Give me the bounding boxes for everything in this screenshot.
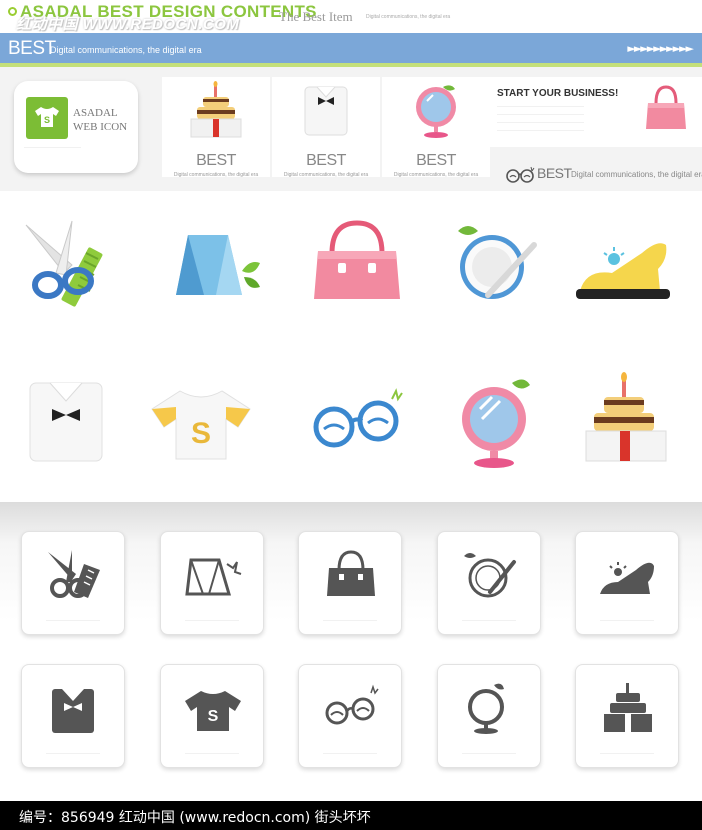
fine-print: —————————————————— [46,618,100,622]
cake-icon [190,81,242,138]
plate-icon [458,226,537,299]
mono-tile[interactable]: —————————————————— [160,531,264,635]
high-heel-icon [576,243,670,299]
watermark: 红动中国 WWW.REDOCN.COM [16,16,240,33]
handbag-icon [646,85,686,129]
fine-print: —————————————————— [600,618,654,622]
fine-print: ————————————————————————————— [497,112,584,116]
plate-icon [464,553,516,598]
best-card-shirt: BEST Digital communications, the digital… [272,77,380,178]
best-tagline: Digital communications, the digital era [173,172,259,178]
fine-print: —————————————————— [600,751,654,755]
business-card: START YOUR BUSINESS! ———————————————————… [490,77,702,147]
mono-tile[interactable]: S —————————————————— [160,664,264,768]
best-line: BEST Digital communications, the digital… [505,163,702,187]
cake-icon [585,372,667,462]
mirror-icon [416,85,456,138]
footer-text: 编号：856949 红动中国 (www.redocn.com) 街头坏坏 [19,810,371,826]
fine-print: —————————————————— [185,751,239,755]
scissors-comb-icon [48,550,100,598]
mirror-icon [462,379,530,468]
page-header: ASADAL BEST DESIGN CONTENTS 红动中国 WWW.RED… [0,0,702,33]
asadal-label-line1: ASADAL [73,107,118,119]
cake-icon [604,683,652,732]
fine-print: —————————————————— [462,618,516,622]
best-line-tagline: Digital communications, the digital era [571,170,702,179]
best-word: BEST [306,152,346,169]
mirror-icon [468,683,504,734]
mono-tile[interactable]: —————————————————— [21,664,125,768]
best-line-word: BEST [537,165,572,181]
scissors-comb-icon [25,220,103,307]
asadal-card: S ASADAL WEB ICON ——————————————————— [14,81,138,173]
mono-tile[interactable]: —————————————————— [298,664,402,768]
tshirt-icon: S [26,97,68,139]
fine-print: ——————————————————— [24,145,81,149]
fine-print: ————————————————————————————— [497,128,584,132]
tshirt-letter: S [191,417,211,450]
tshirt-letter: S [208,708,219,725]
tshirt-icon: S [185,691,241,731]
best-item-label: The Best Item [279,9,353,24]
best-card-mirror: BEST Digital communications, the digital… [382,77,490,178]
diamond-icon [176,235,260,295]
best-word: BEST [416,152,456,169]
shirt-bowtie-icon [52,689,94,733]
glasses-icon [313,388,403,448]
mono-tile[interactable]: —————————————————— [21,531,125,635]
fine-print: ————————————————————————————— [497,104,584,108]
colored-icon-grid: S [0,191,702,501]
fine-print: —————————————————— [462,751,516,755]
header-tagline: Digital communications, the digital era [366,14,451,20]
fine-print: ————————————————————————————— [497,120,584,124]
business-title: START YOUR BUSINESS! [497,88,619,99]
glasses-icon [506,166,535,183]
asadal-label-line2: WEB ICON [73,121,128,133]
best-tagline: Digital communications, the digital era [283,172,369,178]
mono-tile[interactable]: —————————————————— [437,531,541,635]
banner-tagline: Digital communications, the digital era [50,45,202,55]
fine-print: —————————————————— [323,751,377,755]
glasses-icon [325,684,379,725]
tshirt-letter: S [44,115,50,125]
shirt-bowtie-icon [304,86,348,136]
best-word: BEST [196,152,236,169]
shirt-bowtie-icon [29,382,103,462]
asadal-label: ASADAL WEB ICON [73,106,127,134]
mono-tile[interactable]: —————————————————— [575,664,679,768]
fine-print: —————————————————— [185,618,239,622]
fine-print: —————————————————— [46,751,100,755]
footer-bar: 编号：856949 红动中国 (www.redocn.com) 街头坏坏 [0,801,702,830]
banner-best: BEST [8,38,56,59]
mono-tile[interactable]: —————————————————— [575,531,679,635]
best-card-cake: BEST Digital communications, the digital… [162,77,270,178]
fine-print: —————————————————— [323,618,377,622]
high-heel-icon [600,562,654,594]
mono-icon-grid: —————————————————— —————————————————— ——… [0,502,702,800]
arrows-icon: ►►►►►►►►►► [627,42,694,55]
best-tagline: Digital communications, the digital era [393,172,479,178]
tshirt-icon: S [151,390,251,460]
title-banner: BEST Digital communications, the digital… [0,33,702,63]
mono-tile[interactable]: —————————————————— [437,664,541,768]
handbag-icon [327,550,375,596]
diamond-icon [185,558,242,596]
mono-tile[interactable]: —————————————————— [298,531,402,635]
handbag-icon [314,220,400,299]
